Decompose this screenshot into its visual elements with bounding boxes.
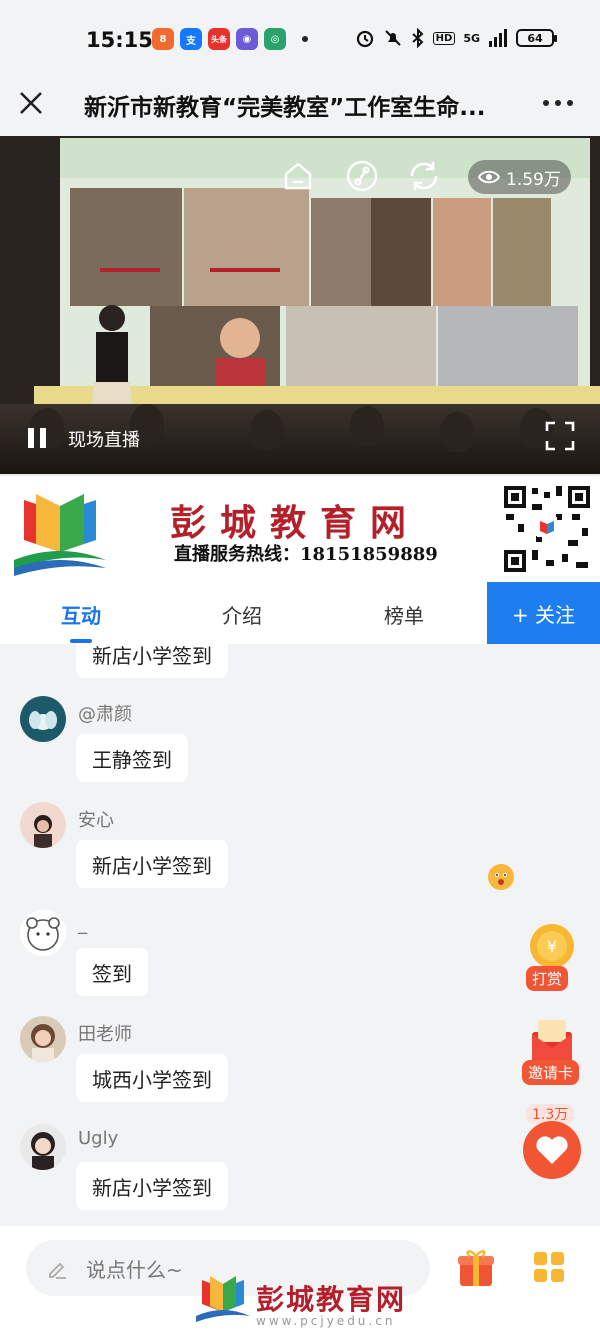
alipay-icon: 支 xyxy=(180,28,202,50)
chat-bubble: 新店小学签到 xyxy=(76,840,228,888)
view-count-value: 1.59万 xyxy=(506,169,561,190)
invite-label: 邀请卡 xyxy=(522,1060,580,1085)
watermark-logo xyxy=(196,1276,250,1322)
page-title: 新沂市新教育“完美教室”工作室生命... xyxy=(84,95,486,121)
status-app-icons: 8 支 头条 ◉ ◎ xyxy=(152,28,308,50)
eye-icon xyxy=(478,170,500,184)
signal-icon xyxy=(489,29,507,47)
chat-bubble: 签到 xyxy=(76,948,148,996)
gift-icon[interactable] xyxy=(456,1248,496,1288)
title-bar: 新沂市新教育“完美教室”工作室生命... xyxy=(0,78,600,136)
watermark-text: 彭城教育网 xyxy=(256,1283,407,1316)
chat-bubble: 王静签到 xyxy=(76,734,188,782)
hd-badge: HD xyxy=(432,31,456,45)
chat-username: _ xyxy=(78,914,87,935)
banner-title: 彭城教育网 xyxy=(170,502,421,544)
more-icon[interactable] xyxy=(540,88,576,118)
pause-icon[interactable] xyxy=(28,428,48,448)
view-count: 1.59万 xyxy=(468,160,571,194)
app-chat-icon: ◉ xyxy=(236,28,258,50)
pencil-icon xyxy=(49,1262,66,1279)
heart-icon xyxy=(523,1121,581,1179)
bottom-bar: 说点什么~ 彭城教育网 www.pcjyedu.cn xyxy=(0,1226,600,1333)
chat-bubble: 新店小学签到 xyxy=(76,1162,228,1210)
invite-card-button[interactable]: 邀请卡 xyxy=(522,1018,582,1086)
network-label: 5G xyxy=(463,31,480,45)
refresh-icon[interactable] xyxy=(406,158,442,194)
home-icon[interactable] xyxy=(280,158,316,194)
alarm-icon xyxy=(356,30,373,48)
tab-introduction[interactable]: 介绍 xyxy=(222,600,262,629)
live-label: 现场直播 xyxy=(68,430,140,451)
emoji-reaction-icon xyxy=(488,864,514,890)
chat-username: 田老师 xyxy=(78,1024,132,1045)
bluetooth-icon xyxy=(411,28,424,48)
chat-bubble: 城西小学签到 xyxy=(76,1054,228,1102)
coin-icon: ¥ xyxy=(530,924,574,968)
tab-leaderboard[interactable]: 榜单 xyxy=(384,600,424,629)
status-time: 15:15 xyxy=(86,28,153,52)
book-logo xyxy=(14,494,106,576)
mute-icon xyxy=(384,30,401,46)
girl-avatar[interactable] xyxy=(20,802,66,848)
follow-button[interactable]: + 关注 xyxy=(487,582,600,644)
app-8-icon: 8 xyxy=(152,28,174,50)
more-notifications-dot xyxy=(302,36,308,42)
portrait-avatar[interactable] xyxy=(20,1124,66,1170)
tip-label: 打赏 xyxy=(526,966,569,991)
app-circle-icon: ◎ xyxy=(264,28,286,50)
sponsor-banner: 彭城教育网 直播服务热线：18151859889 xyxy=(0,474,600,582)
status-indicators: HD 5G 64 xyxy=(355,28,557,48)
battery-icon: 64 xyxy=(516,29,557,47)
chat-username: Ugly xyxy=(78,1128,119,1149)
envelope-icon xyxy=(532,1020,572,1060)
comment-placeholder: 说点什么~ xyxy=(86,1258,183,1282)
like-button[interactable]: 1.3万 xyxy=(522,1104,584,1180)
watermark-url: www.pcjyedu.cn xyxy=(256,1314,396,1328)
tip-button[interactable]: ¥ 打赏 xyxy=(524,922,580,994)
close-icon[interactable] xyxy=(16,88,46,118)
chat-bubble: 新店小学签到 xyxy=(76,644,228,678)
tab-interaction[interactable]: 互动 xyxy=(61,600,101,629)
live-video-player[interactable]: 1.59万 现场直播 xyxy=(0,136,600,474)
bear-avatar[interactable] xyxy=(20,910,66,956)
svg-text:¥: ¥ xyxy=(547,937,557,956)
chat-username: @肃颜 xyxy=(78,704,132,725)
qr-code xyxy=(502,484,592,574)
active-tab-indicator xyxy=(70,639,92,643)
chat-list[interactable]: 新店小学签到 @肃颜 王静签到 安心 新店小学签到 _ 签到 田老师 城西小学签… xyxy=(0,644,600,1226)
status-bar: 15:15 8 支 头条 ◉ ◎ HD 5G 64 xyxy=(0,0,600,78)
woman-avatar[interactable] xyxy=(20,1016,66,1062)
watermark: 彭城教育网 www.pcjyedu.cn xyxy=(190,1272,430,1332)
share-link-icon[interactable] xyxy=(344,158,380,194)
chat-username: 安心 xyxy=(78,810,114,831)
fullscreen-icon[interactable] xyxy=(544,420,576,452)
banner-hotline: 直播服务热线：18151859889 xyxy=(174,544,438,565)
toutiao-icon: 头条 xyxy=(208,28,230,50)
tab-bar: 互动 介绍 榜单 + 关注 xyxy=(0,582,600,644)
lotus-avatar[interactable] xyxy=(20,696,66,742)
apps-grid-icon[interactable] xyxy=(532,1250,566,1284)
